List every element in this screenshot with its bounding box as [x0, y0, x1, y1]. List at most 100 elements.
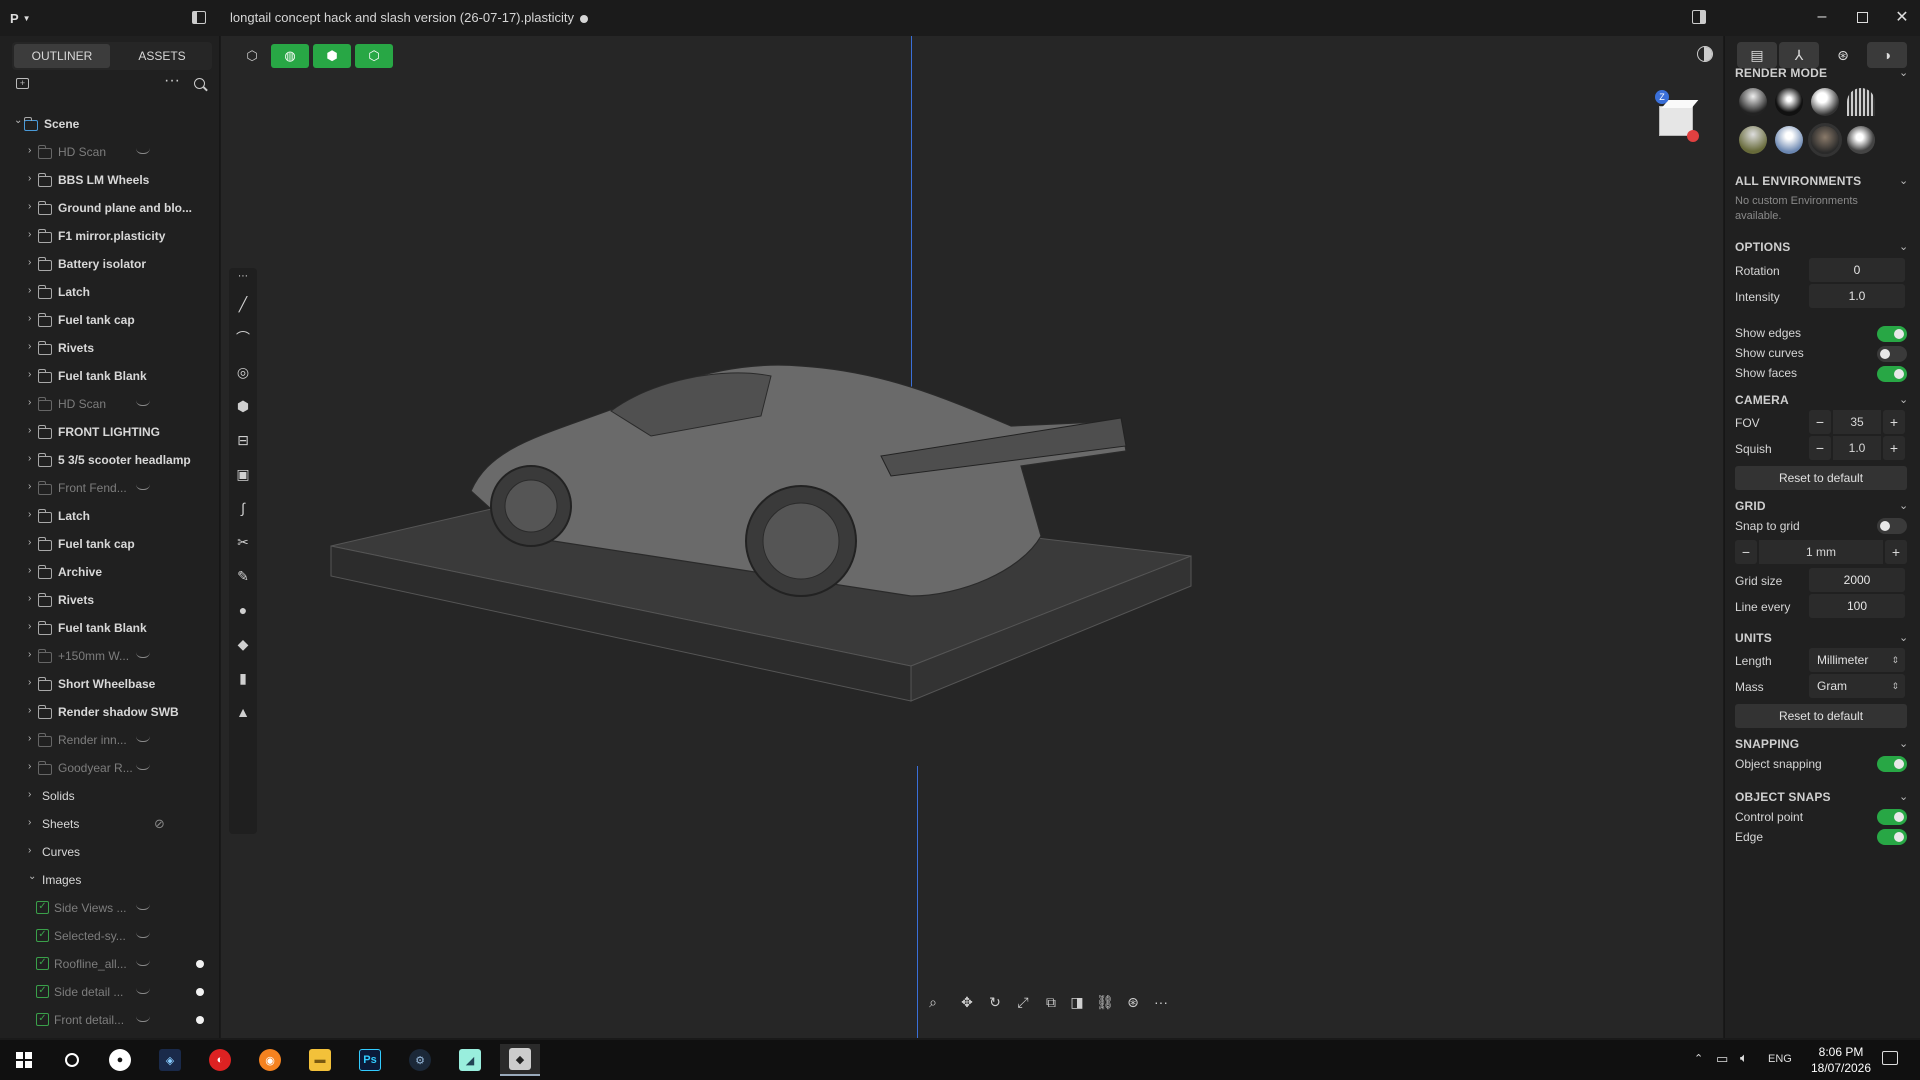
chevron-right-icon[interactable]: ›: [28, 733, 38, 744]
chevron-right-icon[interactable]: ›: [28, 537, 38, 548]
plasticity-taskbar-icon[interactable]: ◆: [500, 1044, 540, 1076]
visibility-off-icon[interactable]: ⊘: [154, 816, 165, 832]
length-select[interactable]: Millimeter ⇕: [1809, 648, 1905, 672]
grid-step-value[interactable]: 1 mm: [1759, 540, 1883, 564]
tree-item[interactable]: › HD Scan: [0, 138, 220, 166]
tab-outliner[interactable]: OUTLINER: [14, 44, 110, 68]
hidden-eye-icon[interactable]: [136, 1016, 150, 1022]
app-menu-button[interactable]: P ▼: [10, 8, 34, 28]
chevron-down-icon[interactable]: ⌄: [1899, 393, 1908, 406]
tray-chevron-icon[interactable]: ⌃: [1694, 1052, 1703, 1065]
chevron-right-icon[interactable]: ›: [28, 313, 38, 324]
tree-item[interactable]: › BBS LM Wheels: [0, 166, 220, 194]
grid-step-stepper[interactable]: − 1 mm +: [1735, 540, 1907, 564]
intersect-icon[interactable]: ⊛: [1121, 990, 1145, 1014]
tree-item[interactable]: ⌄ Images: [0, 866, 220, 894]
control-point-toggle[interactable]: [1877, 809, 1907, 825]
chevron-down-icon[interactable]: ⌄: [1899, 174, 1908, 187]
tree-item[interactable]: › FRONT LIGHTING: [0, 418, 220, 446]
chevron-right-icon[interactable]: ›: [28, 481, 38, 492]
chevron-right-icon[interactable]: ›: [28, 341, 38, 352]
tree-item[interactable]: › Latch: [0, 502, 220, 530]
mass-select[interactable]: Gram ⇕: [1809, 674, 1905, 698]
tree-item[interactable]: › Latch: [0, 278, 220, 306]
edge-toggle[interactable]: [1877, 829, 1907, 845]
duplicate-icon[interactable]: ⧉: [1039, 990, 1063, 1014]
car-model[interactable]: [321, 336, 1321, 736]
tree-item[interactable]: › Archive: [0, 558, 220, 586]
tree-item[interactable]: ✓ Side Views ...: [0, 894, 220, 922]
chevron-down-icon[interactable]: ⌄: [1899, 631, 1908, 644]
more-options-icon[interactable]: ···: [164, 72, 180, 90]
line-tool-icon[interactable]: ╱: [229, 290, 257, 318]
tree-item[interactable]: ✓ Selected-sy...: [0, 922, 220, 950]
rotate-icon[interactable]: ↻: [983, 990, 1007, 1014]
squish-decrement-button[interactable]: −: [1809, 436, 1831, 460]
show-edges-toggle[interactable]: [1877, 326, 1907, 342]
tree-item[interactable]: › HD Scan: [0, 390, 220, 418]
red-app-icon[interactable]: ◐: [200, 1044, 240, 1076]
render-mode-sphere-1[interactable]: [1739, 88, 1767, 116]
render-mode-sphere-2[interactable]: [1775, 88, 1803, 116]
tree-item[interactable]: › Rivets: [0, 586, 220, 614]
scale-icon[interactable]: ⤢: [1011, 990, 1035, 1014]
search-icon[interactable]: [194, 78, 208, 92]
extrude-tool-icon[interactable]: ⊟: [229, 426, 257, 454]
drag-handle-icon[interactable]: ⋯: [229, 268, 257, 284]
chevron-down-icon[interactable]: ⌄: [1899, 737, 1908, 750]
notifications-icon[interactable]: [1882, 1051, 1898, 1065]
cylinder-tool-icon[interactable]: ▮: [229, 664, 257, 692]
tree-item[interactable]: › +150mm W...: [0, 642, 220, 670]
chevron-down-icon[interactable]: ⌄: [14, 115, 24, 126]
x-axis-badge[interactable]: [1687, 130, 1699, 142]
tree-item[interactable]: › Fuel tank Blank: [0, 614, 220, 642]
fov-value[interactable]: 35: [1833, 410, 1881, 434]
chevron-right-icon[interactable]: ›: [28, 425, 38, 436]
show-faces-toggle[interactable]: [1877, 366, 1907, 382]
render-mode-sphere-4[interactable]: [1847, 88, 1875, 116]
tree-item[interactable]: ✓ Side detail ...: [0, 978, 220, 1006]
chevron-right-icon[interactable]: ›: [28, 845, 38, 856]
curve-tool-icon[interactable]: ⌒: [229, 324, 257, 352]
select-mode-icon[interactable]: ⬡: [233, 44, 271, 68]
vertex-select-button[interactable]: ◍: [271, 44, 309, 68]
tree-item[interactable]: › Ground plane and blo...: [0, 194, 220, 222]
navigation-cube[interactable]: Z: [1655, 90, 1699, 142]
chevron-right-icon[interactable]: ›: [28, 677, 38, 688]
render-mode-sphere-8[interactable]: [1847, 126, 1875, 154]
units-reset-button[interactable]: Reset to default: [1735, 704, 1907, 728]
tree-item[interactable]: ✓ Roofline_all...: [0, 950, 220, 978]
chevron-right-icon[interactable]: ›: [28, 229, 38, 240]
grid-step-increment-button[interactable]: +: [1885, 540, 1907, 564]
squish-value[interactable]: 1.0: [1833, 436, 1881, 460]
tree-item[interactable]: › F1 mirror.plasticity: [0, 222, 220, 250]
edge-select-button[interactable]: ⬢: [313, 44, 351, 68]
fov-increment-button[interactable]: +: [1883, 410, 1905, 434]
language-indicator[interactable]: ENG: [1768, 1053, 1792, 1065]
tree-item[interactable]: › Render inn...: [0, 726, 220, 754]
spline-tool-icon[interactable]: ∫: [229, 494, 257, 522]
chevron-down-icon[interactable]: ⌄: [28, 871, 38, 882]
viewport[interactable]: ⬡ ◍ ⬢ ⬡ Z ⋯ ╱ ⌒ ◎ ⬢ ⊟ ▣ ∫ ✂ ✎ ● ◆ ▮ ▲ ⌕ …: [221, 36, 1723, 1038]
tab-materials[interactable]: ⊛: [1823, 42, 1863, 68]
maximize-button[interactable]: [1842, 2, 1882, 32]
search-taskbar-button[interactable]: [52, 1044, 92, 1076]
chevron-right-icon[interactable]: ›: [28, 621, 38, 632]
hidden-eye-icon[interactable]: [136, 400, 150, 406]
tab-render[interactable]: ▤: [1737, 42, 1777, 68]
tree-item[interactable]: › Solids: [0, 782, 220, 810]
box-tool-icon[interactable]: ◆: [229, 630, 257, 658]
tab-assets[interactable]: ASSETS: [114, 44, 210, 68]
clock[interactable]: 8:06 PM 18/07/2026: [1806, 1044, 1876, 1076]
volume-icon[interactable]: 🔈︎: [1740, 1050, 1748, 1066]
polygon-tool-icon[interactable]: ⬢: [229, 392, 257, 420]
davinci-app-icon[interactable]: ◈: [150, 1044, 190, 1076]
fov-decrement-button[interactable]: −: [1809, 410, 1831, 434]
chevron-right-icon[interactable]: ›: [28, 285, 38, 296]
chevron-right-icon[interactable]: ›: [28, 397, 38, 408]
tree-item[interactable]: › Rivets: [0, 334, 220, 362]
steam-icon[interactable]: ⚙: [400, 1044, 440, 1076]
tree-item[interactable]: › Render shadow SWB: [0, 698, 220, 726]
tree-item[interactable]: › Fuel tank Blank: [0, 362, 220, 390]
line-every-field[interactable]: 100: [1809, 594, 1905, 618]
